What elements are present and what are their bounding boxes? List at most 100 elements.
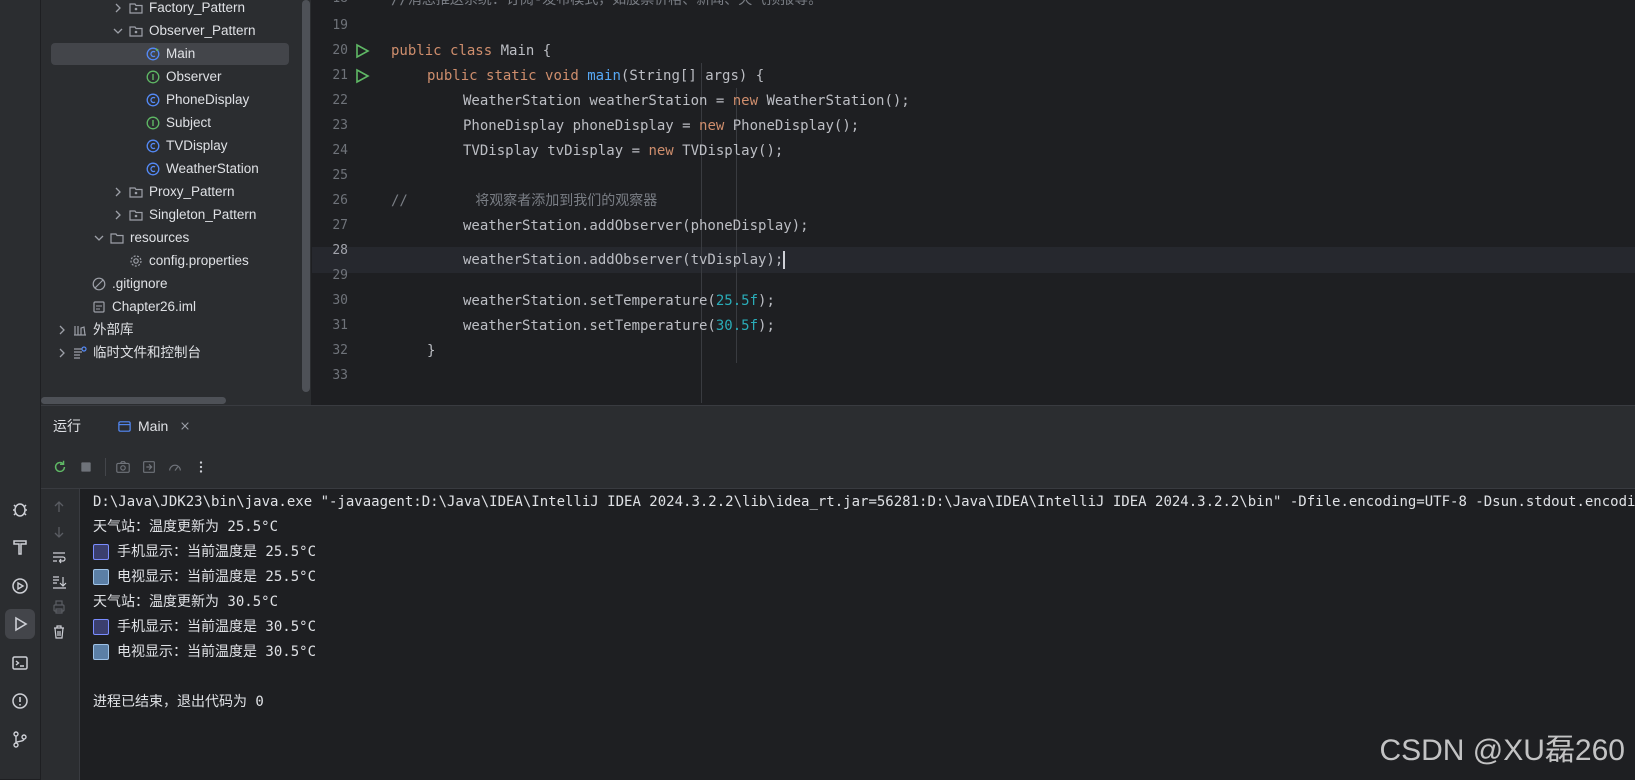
tree-item-main[interactable]: Main <box>51 43 289 65</box>
services-tool-button[interactable] <box>5 571 35 601</box>
tree-item-tvdisplay[interactable]: TVDisplay <box>146 135 228 157</box>
package-icon <box>129 210 143 221</box>
code-line-21: public static void main(String[] args) { <box>427 68 765 84</box>
profiler-button[interactable] <box>166 458 184 476</box>
debug-tool-button[interactable] <box>5 494 35 524</box>
tree-item-subject[interactable]: Subject <box>146 112 211 134</box>
tree-item-external-libraries[interactable]: 外部库 <box>55 319 134 341</box>
run-tab-main[interactable]: Main <box>107 406 222 448</box>
run-config-icon <box>118 420 131 432</box>
close-icon[interactable] <box>180 421 190 431</box>
chevron-down-icon[interactable] <box>92 231 106 245</box>
tree-item-label: Observer <box>166 69 222 84</box>
chevron-down-icon[interactable] <box>111 24 125 38</box>
scroll-to-end-icon[interactable] <box>51 574 67 590</box>
chevron-right-icon[interactable] <box>111 1 125 15</box>
tree-item-singleton-pattern[interactable]: Singleton_Pattern <box>111 204 256 226</box>
console-line: 天气站：温度更新为 30.5°C <box>93 594 279 610</box>
tree-item-label: Subject <box>166 115 212 130</box>
ignore-file-icon <box>92 277 106 291</box>
text-caret <box>783 251 786 269</box>
trash-icon[interactable] <box>51 624 67 640</box>
line-number: 32 <box>332 343 348 358</box>
tree-item-proxy-pattern[interactable]: Proxy_Pattern <box>111 181 235 203</box>
git-tool-button[interactable] <box>5 724 35 754</box>
line-number: 23 <box>332 118 348 133</box>
terminal-tool-button[interactable] <box>5 648 35 678</box>
terminal-icon <box>12 656 28 670</box>
line-number-gutter: 18 19 20 21 22 23 24 25 26 27 28 29 30 3… <box>312 0 388 405</box>
tree-item-factory-pattern[interactable]: Factory_Pattern <box>111 0 245 19</box>
print-icon[interactable] <box>51 599 67 615</box>
line-number: 19 <box>332 18 348 33</box>
tree-item-label: config.properties <box>149 253 249 268</box>
tree-item-label: Proxy_Pattern <box>149 184 235 199</box>
run-tool-window: 运行 Main D:\Java\JDK23\bin\java.exe "-jav… <box>41 405 1635 780</box>
git-icon <box>13 731 27 748</box>
stop-icon <box>81 462 91 472</box>
code-line-24: TVDisplay tvDisplay = new TVDisplay(); <box>463 143 784 159</box>
rerun-button[interactable] <box>51 458 69 476</box>
line-number: 20 <box>332 43 348 58</box>
restore-layout-button[interactable] <box>140 458 158 476</box>
chevron-right-icon[interactable] <box>55 323 69 337</box>
class-icon <box>146 139 160 153</box>
package-icon <box>129 3 143 14</box>
package-icon <box>129 26 143 37</box>
tree-item-observer-pattern[interactable]: Observer_Pattern <box>111 20 256 42</box>
bug-icon <box>13 503 27 517</box>
tree-item-label: TVDisplay <box>166 138 228 153</box>
iml-file-icon <box>93 301 105 313</box>
tree-item-label: Singleton_Pattern <box>149 207 257 222</box>
tree-item-label: Main <box>166 46 196 61</box>
build-tool-button[interactable] <box>5 532 35 562</box>
chevron-right-icon[interactable] <box>55 346 69 360</box>
chevron-right-icon[interactable] <box>111 185 125 199</box>
stop-button[interactable] <box>77 458 95 476</box>
code-line-28: weatherStation.addObserver(tvDisplay); <box>463 251 786 269</box>
tv-emoji-icon <box>93 569 109 585</box>
tree-item-label: Factory_Pattern <box>149 0 246 15</box>
line-number: 26 <box>332 193 348 208</box>
run-toolbar <box>41 446 1635 489</box>
console-line: 天气站：温度更新为 25.5°C <box>93 519 279 535</box>
tree-item-chapter26-iml[interactable]: Chapter26.iml <box>92 296 196 318</box>
tree-item-label: PhoneDisplay <box>166 92 250 107</box>
soft-wrap-icon[interactable] <box>51 549 67 565</box>
tree-item-resources[interactable]: resources <box>92 227 189 249</box>
console-line: 电视显示：当前温度是 25.5°C <box>93 564 316 590</box>
problems-tool-button[interactable] <box>5 686 35 716</box>
line-number: 33 <box>332 368 348 383</box>
tree-item-phonedisplay[interactable]: PhoneDisplay <box>146 89 249 111</box>
class-icon <box>146 93 160 107</box>
package-icon <box>129 187 143 198</box>
run-panel-title: 运行 <box>53 418 81 434</box>
interface-icon <box>146 116 160 130</box>
run-panel-header: 运行 Main <box>41 406 1635 448</box>
chevron-right-icon[interactable] <box>111 208 125 222</box>
run-class-gutter-icon[interactable] <box>354 43 370 59</box>
tree-item-observer[interactable]: Observer <box>146 66 222 88</box>
code-line-18: //消息推送系统：订阅-发布模式，如股票价格、新闻、天气预报等。 <box>391 0 823 8</box>
build-icon <box>13 540 27 555</box>
line-number-current: 28 <box>332 243 348 258</box>
scroll-down-icon[interactable] <box>51 524 67 540</box>
screenshot-button[interactable] <box>114 458 132 476</box>
tree-horizontal-scrollbar[interactable] <box>41 397 226 404</box>
tree-item-scratches-consoles[interactable]: 临时文件和控制台 <box>55 342 201 364</box>
code-line-20: public class Main { <box>391 43 552 59</box>
more-options-button[interactable] <box>192 458 210 476</box>
rerun-icon <box>54 460 66 473</box>
camera-icon <box>116 461 130 473</box>
tree-item-config-properties[interactable]: config.properties <box>129 250 249 272</box>
run-tool-button[interactable] <box>5 609 35 639</box>
tree-item-weatherstation[interactable]: WeatherStation <box>146 158 259 180</box>
tree-item-gitignore[interactable]: .gitignore <box>92 273 168 295</box>
code-editor[interactable]: 18 19 20 21 22 23 24 25 26 27 28 29 30 3… <box>312 0 1635 405</box>
tree-vertical-scrollbar[interactable] <box>302 0 310 392</box>
toolbar-separator <box>105 458 106 476</box>
run-main-gutter-icon[interactable] <box>354 68 370 84</box>
tree-item-label: WeatherStation <box>166 161 259 176</box>
scroll-up-icon[interactable] <box>51 499 67 515</box>
class-main-icon <box>146 47 160 61</box>
